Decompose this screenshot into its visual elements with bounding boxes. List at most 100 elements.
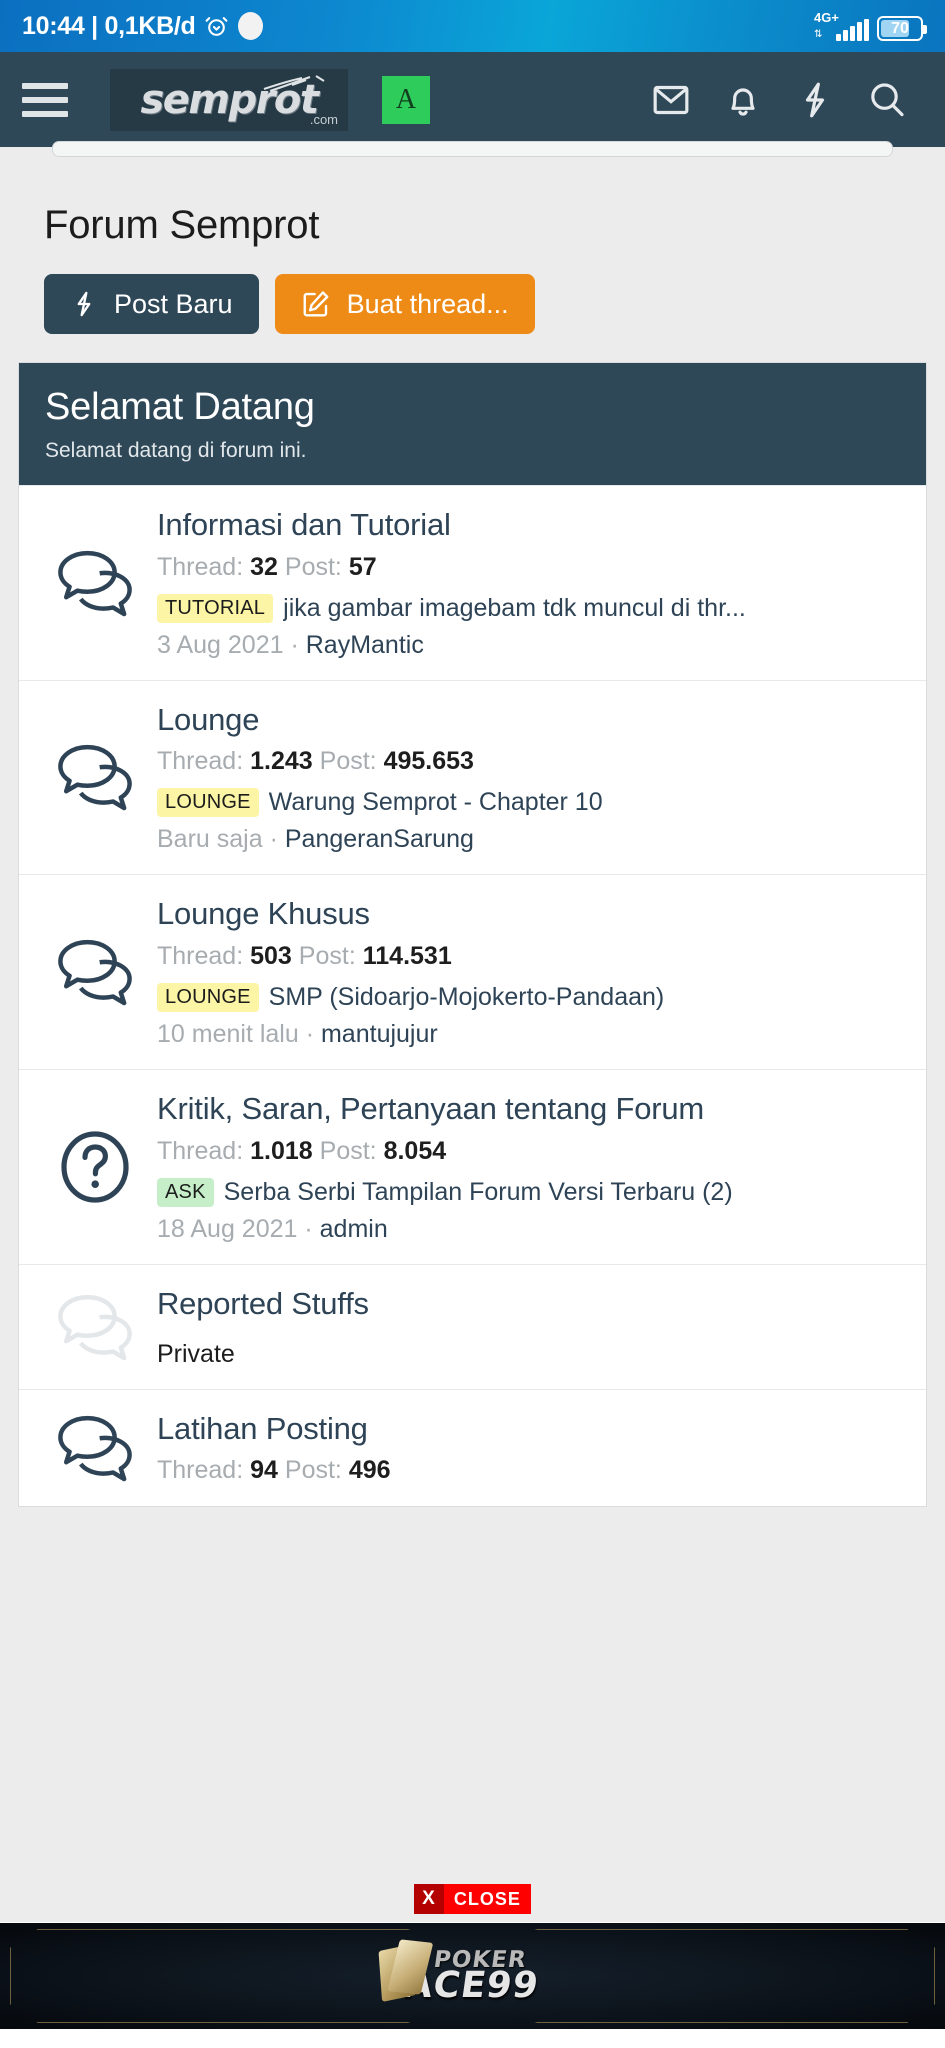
last-post-date: 18 Aug 2021	[157, 1214, 298, 1243]
last-thread-title: Warung Semprot - Chapter 10	[268, 788, 603, 817]
last-post-author[interactable]: admin	[320, 1215, 388, 1243]
bell-icon[interactable]	[707, 70, 779, 130]
ad-close-button[interactable]: X CLOSE	[414, 1884, 531, 1914]
forum-row[interactable]: Reported Stuffs Private	[19, 1263, 926, 1389]
meta-dot: ·	[304, 1214, 313, 1243]
forum-last-meta: Baru saja · PangeranSarung	[157, 825, 904, 854]
page-content: Forum Semprot Post Baru Buat thread... S…	[0, 167, 945, 1878]
post-label: Post:	[284, 552, 342, 581]
forum-name-link[interactable]: Latihan Posting	[157, 1410, 904, 1449]
forum-last-thread[interactable]: LOUNGE Warung Semprot - Chapter 10	[157, 788, 904, 818]
ad-zone: X CLOSE POKER ACE99	[0, 1878, 945, 2030]
forum-name-link[interactable]: Informasi dan Tutorial	[157, 506, 904, 545]
ad-brand-logo: POKER ACE99	[377, 1939, 543, 2005]
post-baru-button[interactable]: Post Baru	[44, 274, 259, 334]
status-time: 10:44	[22, 11, 85, 40]
forum-last-meta: 10 menit lalu · mantujujur	[157, 1020, 904, 1049]
thread-count: 503	[250, 942, 292, 971]
forum-last-thread[interactable]: LOUNGE SMP (Sidoarjo-Mojokerto-Pandaan)	[157, 983, 904, 1013]
thread-prefix-badge: LOUNGE	[157, 788, 259, 818]
question-mark-circle-icon	[41, 1127, 149, 1207]
forum-name-link[interactable]: Lounge	[157, 701, 904, 740]
forum-row-body: Kritik, Saran, Pertanyaan tentang Forum …	[157, 1090, 904, 1244]
signal-indicator: 4G+ ⇅	[814, 11, 869, 41]
alarm-clock-icon	[204, 14, 229, 39]
thread-count: 32	[250, 552, 278, 581]
forum-stats: Thread: 1.018 Post: 8.054	[157, 1137, 904, 1166]
forum-name-link[interactable]: Lounge Khusus	[157, 895, 904, 934]
last-post-author[interactable]: PangeranSarung	[285, 825, 474, 853]
forum-category-title: Selamat Datang	[45, 386, 315, 428]
forum-last-thread[interactable]: ASK Serba Serbi Tampilan Forum Versi Ter…	[157, 1177, 904, 1207]
thread-count: 1.018	[250, 1136, 313, 1165]
post-label: Post:	[319, 1136, 377, 1165]
last-thread-title: SMP (Sidoarjo-Mojokerto-Pandaan)	[268, 983, 665, 1012]
last-post-author[interactable]: RayMantic	[306, 631, 424, 659]
forum-stats: Thread: 32 Post: 57	[157, 553, 904, 582]
hamburger-menu-icon[interactable]	[22, 82, 68, 117]
speech-bubbles-icon	[41, 934, 149, 1010]
thread-prefix-badge: LOUNGE	[157, 983, 259, 1013]
meta-dot: ·	[269, 825, 278, 854]
bolt-icon[interactable]	[779, 70, 851, 130]
speech-bubbles-icon	[41, 545, 149, 621]
thread-count: 1.243	[250, 747, 313, 776]
speech-bubbles-icon	[41, 1289, 149, 1365]
post-label: Post:	[298, 942, 356, 971]
thread-label: Thread:	[157, 1136, 244, 1165]
status-bar-clock-and-data: 10:44 | 0,1KB/d	[22, 11, 196, 41]
post-label: Post:	[319, 747, 377, 776]
forum-category-header[interactable]: Selamat Datang Selamat datang di forum i…	[19, 363, 926, 485]
logo-scribble-icon	[263, 74, 325, 92]
thread-prefix-badge: TUTORIAL	[157, 593, 274, 623]
forum-row[interactable]: Latihan Posting Thread: 94 Post: 496	[19, 1388, 926, 1506]
page-action-buttons: Post Baru Buat thread...	[0, 248, 945, 334]
forum-last-thread[interactable]: TUTORIAL jika gambar imagebam tdk muncul…	[157, 593, 904, 623]
forum-row[interactable]: Lounge Thread: 1.243 Post: 495.653 LOUNG…	[19, 679, 926, 875]
thread-label: Thread:	[157, 552, 244, 581]
last-thread-title: jika gambar imagebam tdk muncul di thr..…	[283, 593, 746, 622]
network-type-label: 4G+	[814, 10, 839, 25]
forum-row[interactable]: Informasi dan Tutorial Thread: 32 Post: …	[19, 484, 926, 680]
thread-count: 94	[250, 1456, 278, 1485]
forum-row-body: Informasi dan Tutorial Thread: 32 Post: …	[157, 506, 904, 660]
page-title: Forum Semprot	[44, 203, 320, 247]
ad-banner[interactable]: POKER ACE99	[0, 1922, 945, 2030]
signal-bars-icon	[836, 19, 869, 41]
avatar[interactable]: A	[382, 75, 430, 124]
data-transfer-arrows-icon: ⇅	[814, 29, 822, 40]
last-post-author[interactable]: mantujujur	[321, 1020, 438, 1048]
buat-thread-button[interactable]: Buat thread...	[274, 274, 535, 334]
forum-row-body: Lounge Thread: 1.243 Post: 495.653 LOUNG…	[157, 701, 904, 855]
forum-name-link[interactable]: Kritik, Saran, Pertanyaan tentang Forum	[157, 1090, 904, 1129]
phone-screen: 10:44 | 0,1KB/d 4G+ ⇅ 70 semprot .com A …	[0, 0, 945, 2048]
ad-close-row: X CLOSE	[0, 1878, 945, 1922]
battery-percent-label: 70	[891, 19, 909, 37]
forum-last-meta: 3 Aug 2021 · RayMantic	[157, 631, 904, 660]
post-baru-label: Post Baru	[114, 288, 233, 319]
breadcrumb-scroll-strip[interactable]	[0, 141, 945, 167]
post-count: 114.531	[362, 942, 452, 971]
forum-row-body: Latihan Posting Thread: 94 Post: 496	[157, 1410, 904, 1486]
thread-label: Thread:	[157, 942, 244, 971]
thread-label: Thread:	[157, 1456, 244, 1485]
post-label: Post:	[284, 1456, 342, 1485]
ad-close-label: CLOSE	[443, 1884, 531, 1914]
app-header-icon-group	[635, 70, 923, 130]
meta-dot: ·	[305, 1020, 315, 1049]
close-icon: X	[414, 1884, 444, 1914]
inbox-icon[interactable]	[635, 70, 707, 130]
site-logo-suffix: .com	[309, 111, 338, 127]
forum-row[interactable]: Lounge Khusus Thread: 503 Post: 114.531 …	[19, 874, 926, 1069]
forum-name-link[interactable]: Reported Stuffs	[157, 1285, 904, 1324]
status-bar: 10:44 | 0,1KB/d 4G+ ⇅ 70	[0, 0, 945, 52]
post-count: 495.653	[383, 747, 474, 776]
bolt-icon	[77, 291, 91, 317]
forum-stats: Thread: 1.243 Post: 495.653	[157, 747, 904, 776]
forum-last-meta: 18 Aug 2021 · admin	[157, 1215, 904, 1244]
status-bar-right: 4G+ ⇅ 70	[814, 11, 927, 41]
site-logo[interactable]: semprot .com	[110, 68, 348, 131]
search-icon[interactable]	[851, 70, 923, 130]
forum-row[interactable]: Kritik, Saran, Pertanyaan tentang Forum …	[19, 1069, 926, 1264]
notification-dot-icon	[238, 12, 264, 40]
